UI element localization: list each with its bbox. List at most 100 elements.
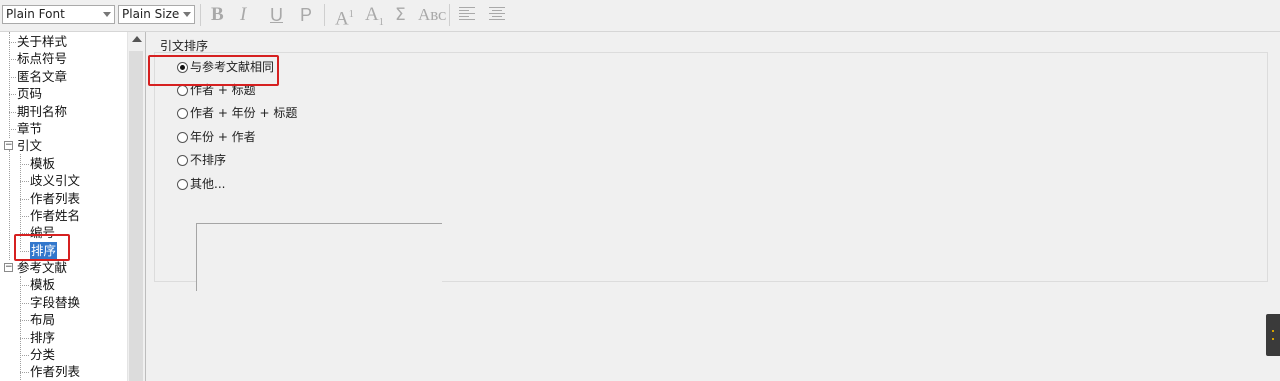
plain-button[interactable]: P <box>300 3 312 27</box>
tree-connector <box>20 355 29 357</box>
tree-item-label: 参考文献 <box>17 260 68 276</box>
tree-item[interactable]: 作者列表 <box>0 363 126 380</box>
tree-item[interactable]: 字段替换 <box>0 294 126 311</box>
tree-item[interactable]: 匿名文章 <box>0 68 126 85</box>
tree-item[interactable]: − 引文 <box>0 137 126 154</box>
tree-item[interactable]: 布局 <box>0 311 126 328</box>
tree-connector <box>20 372 29 374</box>
tree-connector <box>9 94 16 96</box>
tree-item[interactable]: − 参考文献 <box>0 259 126 276</box>
tree-connector <box>20 302 29 304</box>
size-select[interactable]: Plain Size <box>118 5 195 24</box>
tree-connector <box>20 198 29 200</box>
sort-options-group: 与参考文献相同 作者 + 标题 作者 + 年份 + 标题 年份 + 作者 不排序 其他..… <box>154 52 1268 291</box>
tree-item-label: 排序 <box>30 329 56 345</box>
highlight-box <box>148 55 279 86</box>
tree-connector <box>9 42 16 43</box>
sort-option-label: 其他... <box>190 177 226 191</box>
scroll-up-icon[interactable] <box>132 36 142 42</box>
tree-item-label: 布局 <box>30 312 56 328</box>
tree-item-label: 关于样式 <box>17 34 68 49</box>
superscript-base: A <box>335 8 349 30</box>
sort-option-label: 不排序 <box>190 153 227 167</box>
tree-item-label: 作者姓名 <box>30 207 81 223</box>
tree-item-label: 模板 <box>30 277 56 293</box>
style-tree: 关于样式 标点符号 匿名文章 页码 期刊名称 章节 − 引文 模板 歧义引文 作者列表 作者姓名 编号排… <box>0 32 146 381</box>
tree-item[interactable]: 章节 <box>0 120 126 137</box>
align-left-icon <box>459 7 475 20</box>
side-handle[interactable] <box>1266 314 1280 356</box>
tree-connector <box>20 337 29 339</box>
small-caps-button[interactable]: Aʙᴄ <box>418 3 446 27</box>
size-select-value: Plain Size <box>122 7 180 21</box>
tree-connector <box>9 128 16 130</box>
tree-item-label: 匿名文章 <box>17 68 68 84</box>
tree-item-label: 引文 <box>17 138 43 154</box>
tree-item[interactable]: 分类 <box>0 346 126 363</box>
tree-item-label: 字段替换 <box>30 294 81 310</box>
tree-list: 关于样式 标点符号 匿名文章 页码 期刊名称 章节 − 引文 模板 歧义引文 作者列表 作者姓名 编号排… <box>0 33 126 381</box>
sort-option-label: 年份 + 作者 <box>190 130 256 144</box>
tree-connector <box>9 59 16 61</box>
toolbar-divider <box>200 4 201 26</box>
tree-item[interactable]: 期刊名称 <box>0 103 126 120</box>
radio-unchecked-icon[interactable] <box>177 108 188 119</box>
radio-unchecked-icon[interactable] <box>177 85 188 96</box>
tree-item[interactable]: 模板 <box>0 276 126 293</box>
superscript-mark: 1 <box>348 9 354 20</box>
bold-button[interactable]: B <box>211 3 224 27</box>
toolbar-divider <box>324 4 325 26</box>
scroll-thumb[interactable] <box>129 51 143 381</box>
tree-connector <box>20 320 29 322</box>
font-select[interactable]: Plain Font <box>2 5 115 24</box>
collapse-icon[interactable]: − <box>4 141 13 151</box>
radio-unchecked-icon[interactable] <box>177 179 188 190</box>
subscript-mark: 1 <box>378 16 384 28</box>
tree-item-label: 作者列表 <box>30 190 81 206</box>
chevron-down-icon <box>103 12 111 17</box>
settings-panel: 引文排序 与参考文献相同 作者 + 标题 作者 + 年份 + 标题 年份 + 作者 不排… <box>147 32 1280 381</box>
tree-item-label: 期刊名称 <box>17 103 68 119</box>
underline-button[interactable]: U <box>270 3 283 27</box>
align-center-button[interactable] <box>489 3 505 27</box>
tree-item-label: 分类 <box>30 347 56 363</box>
chevron-down-icon <box>183 12 191 17</box>
format-toolbar: Plain Font Plain Size B I U P A1 A1 Σ Aʙ… <box>0 0 1280 32</box>
tree-item-label: 页码 <box>17 86 43 102</box>
tree-item[interactable]: 歧义引文 <box>0 172 126 189</box>
tree-item[interactable]: 排序 <box>0 329 126 346</box>
tree-item[interactable]: 页码 <box>0 85 126 102</box>
sort-option-label: 作者 + 年份 + 标题 <box>190 106 298 120</box>
tree-item[interactable]: 作者列表 <box>0 190 126 207</box>
italic-button[interactable]: I <box>240 3 246 27</box>
tree-connector <box>20 215 29 217</box>
tree-connector <box>9 111 16 113</box>
align-left-button[interactable] <box>459 3 475 27</box>
tree-item[interactable]: 标点符号 <box>0 50 126 67</box>
tree-item-label: 作者列表 <box>30 364 81 380</box>
sort-option-radio[interactable]: 年份 + 作者 <box>177 127 256 147</box>
tree-connector <box>20 181 29 183</box>
font-select-value: Plain Font <box>6 7 65 21</box>
symbol-button[interactable]: Σ <box>395 3 406 27</box>
tree-item[interactable]: 关于样式 <box>0 33 126 50</box>
sort-option-radio[interactable]: 其他... <box>177 174 225 194</box>
tree-scrollbar[interactable] <box>127 32 145 381</box>
tree-connector <box>9 76 16 78</box>
other-sort-textarea[interactable] <box>196 223 442 291</box>
subscript-button[interactable]: A1 <box>365 3 384 28</box>
superscript-button[interactable]: A1 <box>335 3 354 30</box>
sort-option-radio[interactable]: 不排序 <box>177 150 226 170</box>
tree-item-label: 歧义引文 <box>30 173 81 189</box>
radio-unchecked-icon[interactable] <box>177 155 188 166</box>
radio-unchecked-icon[interactable] <box>177 132 188 143</box>
tree-item[interactable]: 模板 <box>0 155 126 172</box>
align-center-icon <box>489 7 505 20</box>
tree-item[interactable]: 作者姓名 <box>0 207 126 224</box>
subscript-base: A <box>365 4 379 25</box>
toolbar-divider <box>449 4 450 26</box>
highlight-box <box>14 234 70 261</box>
tree-connector <box>20 285 29 287</box>
collapse-icon[interactable]: − <box>4 263 13 273</box>
sort-option-radio[interactable]: 作者 + 年份 + 标题 <box>177 103 297 123</box>
